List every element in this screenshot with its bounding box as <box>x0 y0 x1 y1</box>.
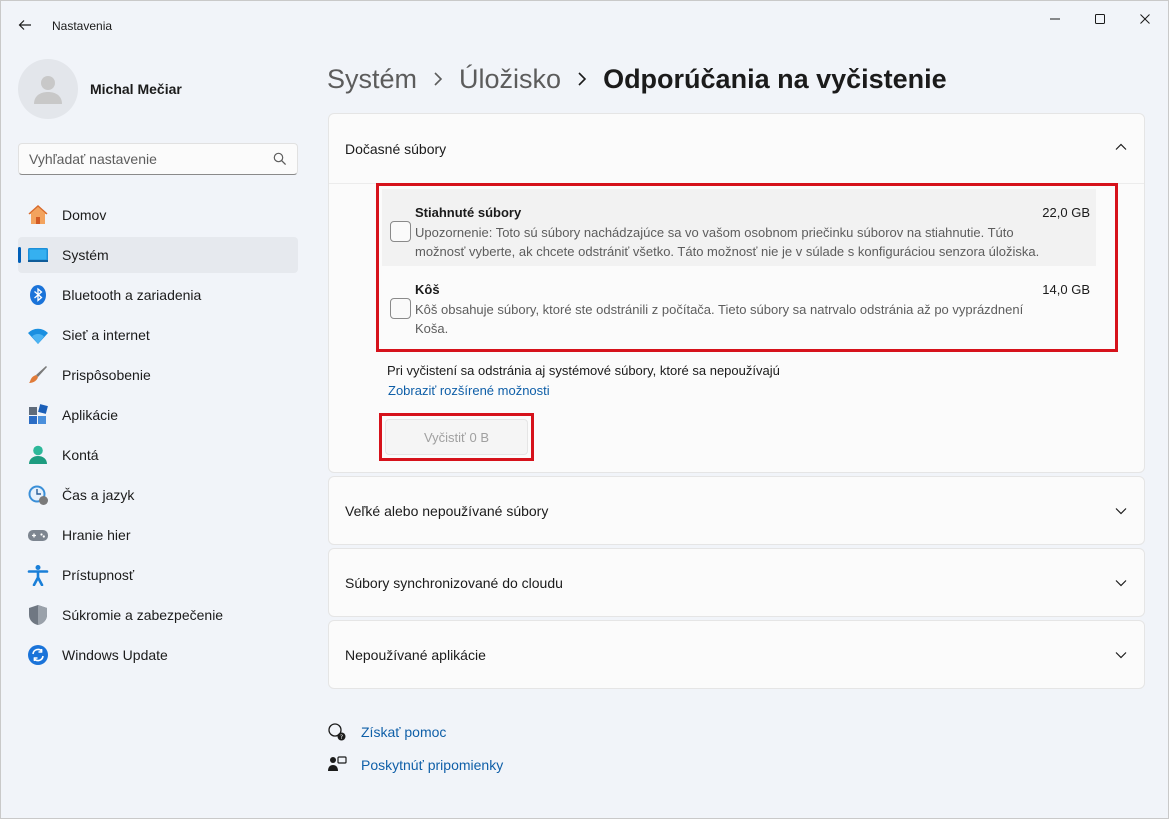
time-language-icon <box>27 484 49 506</box>
advanced-options-link[interactable]: Zobraziť rozšírené možnosti <box>388 383 550 398</box>
user-icon <box>34 76 62 104</box>
windows-update-icon <box>27 644 49 666</box>
accessibility-icon <box>27 564 49 586</box>
chevron-up-icon <box>1114 140 1128 157</box>
sidebar-item-personalization[interactable]: Prispôsobenie <box>18 357 298 393</box>
minimize-icon <box>1050 18 1060 20</box>
minimize-button[interactable] <box>1032 5 1078 33</box>
sidebar-item-label: Systém <box>62 247 109 263</box>
sidebar-item-label: Aplikácie <box>62 407 119 423</box>
svg-text:?: ? <box>340 734 343 741</box>
account-icon <box>27 444 49 466</box>
sidebar-item-accessibility[interactable]: Prístupnosť <box>18 557 298 593</box>
breadcrumb-storage[interactable]: Úložisko <box>459 64 561 95</box>
sidebar-item-privacy[interactable]: Súkromie a zabezpečenie <box>18 597 298 633</box>
large-unused-files-card[interactable]: Veľké alebo nepoužívané súbory <box>328 476 1145 545</box>
avatar <box>18 59 78 119</box>
search-input[interactable] <box>19 144 259 174</box>
sidebar-item-network[interactable]: Sieť a internet <box>18 317 298 353</box>
close-icon <box>1140 14 1150 24</box>
profile-name: Michal Mečiar <box>90 81 182 97</box>
highlight-annotation <box>379 413 534 461</box>
maximize-button[interactable] <box>1077 5 1123 33</box>
chevron-right-icon <box>577 71 587 87</box>
sidebar-item-label: Prístupnosť <box>62 567 135 583</box>
sidebar-item-label: Bluetooth a zariadenia <box>62 287 202 303</box>
cloud-synced-files-title: Súbory synchronizované do cloudu <box>345 575 563 591</box>
breadcrumb-system[interactable]: Systém <box>327 64 417 95</box>
sidebar-item-system[interactable]: Systém <box>18 237 298 273</box>
sidebar-item-label: Prispôsobenie <box>62 367 151 383</box>
chevron-down-icon <box>1114 504 1128 521</box>
system-files-note: Pri vyčistení sa odstránia aj systémové … <box>387 363 780 378</box>
search-box[interactable] <box>18 143 298 175</box>
bluetooth-icon <box>27 284 49 306</box>
sidebar-item-gaming[interactable]: Hranie hier <box>18 517 298 553</box>
get-help-label: Získať pomoc <box>361 724 447 740</box>
shield-icon <box>27 604 49 626</box>
maximize-icon <box>1095 14 1105 24</box>
feedback-icon <box>327 755 347 775</box>
give-feedback-link[interactable]: Poskytnúť pripomienky <box>327 754 503 776</box>
sidebar-item-label: Kontá <box>62 447 99 463</box>
back-arrow-icon <box>18 20 31 30</box>
sidebar-item-accounts[interactable]: Kontá <box>18 437 298 473</box>
temporary-files-title: Dočasné súbory <box>345 140 447 157</box>
sidebar-item-label: Windows Update <box>62 647 168 663</box>
sidebar-item-bluetooth[interactable]: Bluetooth a zariadenia <box>18 277 298 313</box>
sidebar-item-label: Hranie hier <box>62 527 131 543</box>
get-help-link[interactable]: ? Získať pomoc <box>327 721 446 743</box>
breadcrumb: Systém Úložisko Odporúčania na vyčisteni… <box>327 59 947 99</box>
unused-apps-card[interactable]: Nepoužívané aplikácie <box>328 620 1145 689</box>
unused-apps-header[interactable]: Nepoužívané aplikácie <box>329 621 1144 689</box>
page-title: Odporúčania na vyčistenie <box>603 63 947 94</box>
cloud-synced-files-card[interactable]: Súbory synchronizované do cloudu <box>328 548 1145 617</box>
large-unused-files-title: Veľké alebo nepoužívané súbory <box>345 503 549 519</box>
close-button[interactable] <box>1122 5 1168 33</box>
sidebar-item-apps[interactable]: Aplikácie <box>18 397 298 433</box>
temporary-files-header[interactable]: Dočasné súbory <box>329 114 1144 184</box>
chevron-right-icon <box>433 71 443 87</box>
sidebar-item-label: Súkromie a zabezpečenie <box>62 607 224 623</box>
user-profile[interactable]: Michal Mečiar <box>18 59 182 119</box>
system-icon <box>27 244 49 266</box>
sidebar-item-label: Sieť a internet <box>62 327 150 343</box>
chevron-down-icon <box>1114 648 1128 665</box>
app-title: Nastavenia <box>52 19 113 33</box>
wifi-icon <box>27 324 49 346</box>
back-button[interactable] <box>11 11 39 39</box>
sidebar-item-label: Domov <box>62 207 107 223</box>
unused-apps-title: Nepoužívané aplikácie <box>345 647 486 663</box>
cloud-synced-files-header[interactable]: Súbory synchronizované do cloudu <box>329 549 1144 617</box>
sidebar-item-label: Čas a jazyk <box>62 487 135 503</box>
chevron-down-icon <box>1114 576 1128 593</box>
settings-window: Nastavenia Michal Mečiar Vyhľadať nastav… <box>0 0 1169 819</box>
help-icon: ? <box>327 722 347 742</box>
apps-icon <box>27 404 49 426</box>
search-icon[interactable] <box>273 152 287 171</box>
give-feedback-label: Poskytnúť pripomienky <box>361 757 504 773</box>
sidebar-item-windows-update[interactable]: Windows Update <box>18 637 298 673</box>
sidebar-item-home[interactable]: Domov <box>18 197 298 233</box>
home-icon <box>27 204 49 226</box>
sidebar-nav: Domov Systém Bluetooth a zariadenia Sieť… <box>18 197 298 677</box>
brush-icon <box>27 364 49 386</box>
gaming-icon <box>27 524 49 546</box>
title-bar: Nastavenia <box>1 1 1168 49</box>
sidebar-item-time-language[interactable]: Čas a jazyk <box>18 477 298 513</box>
large-unused-files-header[interactable]: Veľké alebo nepoužívané súbory <box>329 477 1144 545</box>
highlight-annotation <box>376 183 1118 352</box>
